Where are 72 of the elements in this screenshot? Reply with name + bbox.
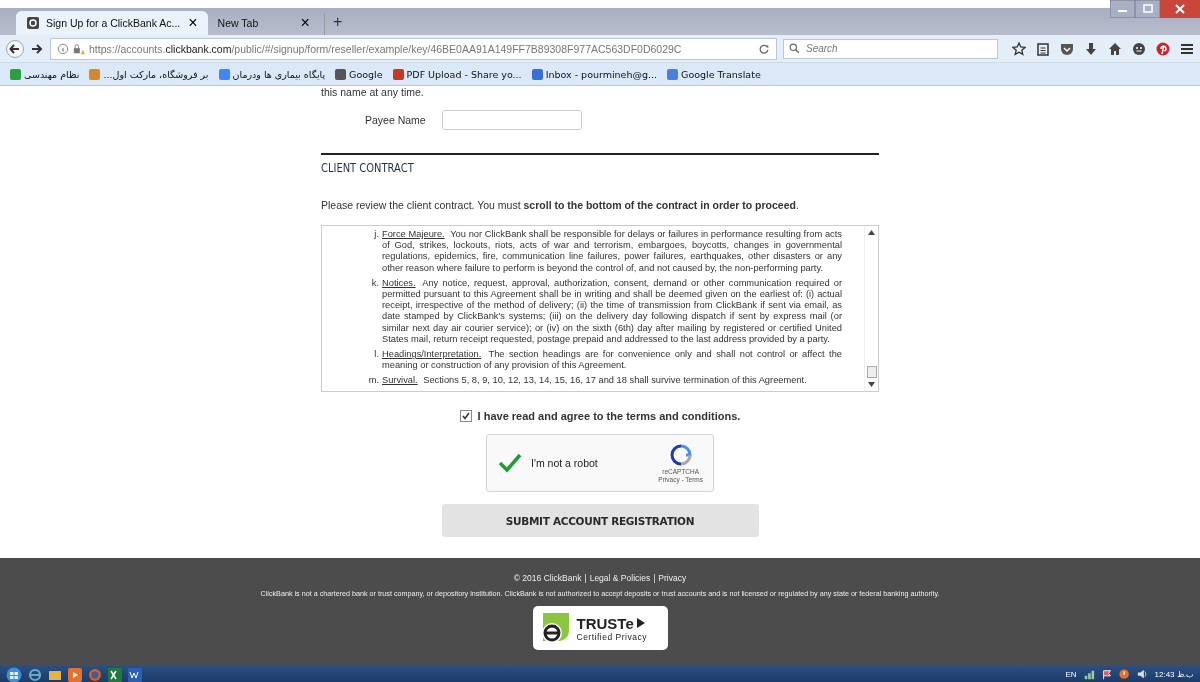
clause-letter: m. [367, 375, 379, 387]
bookmark-item[interactable]: Inbox - pourmineh@g... [531, 68, 658, 80]
info-icon [57, 42, 69, 55]
clipboard-icon [1036, 41, 1050, 56]
speaker-icon [1136, 668, 1149, 681]
close-tab-button[interactable]: × [188, 14, 198, 32]
chat-icon [1132, 41, 1146, 56]
close-tab-button[interactable]: × [300, 14, 310, 32]
forward-arrow-icon [30, 41, 44, 56]
bookmark-item[interactable]: بر فروشگاه، مارکت اول... [89, 68, 209, 80]
language-indicator[interactable]: EN [1065, 670, 1077, 679]
recaptcha-logo-icon [668, 443, 693, 467]
payee-input[interactable] [441, 110, 582, 130]
network-icon [1082, 668, 1095, 681]
media-player-icon [68, 667, 82, 682]
instruction-text: Please review the client contract. You must scroll to the bottom of the contract in order to proceed. [321, 199, 800, 211]
restore-icon[interactable] [1135, 0, 1160, 18]
intro-text: this name at any time. [321, 86, 425, 98]
clause-text: Notices. Any notice, request, approval, authorization, consent, demand or other communication required or permitted pursuant to this Agreement shall be in writing and shall be deemed given on the earliest of: (i) actual receipt, irrespective of the method of delivery; (ii) the time of transmission from ClickBank if sent via email, as date stamped by ClickBank's systems; (iii) on the delivery day following dispatch if sent by express mail (or similar next day air courier service); or (iv) on the sixth (6th) day after mailing by registered or certified United States mail, return receipt requested, postage prepaid and addressed to the last address provided by a party. [382, 277, 842, 346]
warning-icon [1118, 668, 1131, 681]
clause-text: Force Majeure. You nor ClickBank shall be responsible for delays or failures in performance resulting from acts of God, strikes, lockouts, riots, acts of war and terrorism, embargoes, boycotts, changes in governmental regulations, epidemics, fire, communication line failures, power failures, earthquakes, other disasters or any other reason where failure to perform is beyond the control of, and not caused by, the non-performing party. [382, 229, 842, 274]
star-icon [1012, 41, 1026, 56]
clause-letter: l. [373, 349, 379, 362]
link-separator: | [653, 573, 656, 583]
browser-tab[interactable]: New Tab [207, 11, 299, 35]
bookmark-item[interactable]: پایگاه بیماری ها ودرمان [218, 68, 326, 80]
scroll-down-icon[interactable] [868, 382, 875, 387]
spreadsheet-icon [108, 667, 122, 682]
start-orb-icon [6, 666, 22, 682]
play-icon [636, 618, 645, 628]
home-icon [1108, 41, 1122, 56]
pin-logo-icon [1156, 41, 1170, 56]
footer-link[interactable]: Legal & Policies [589, 573, 651, 583]
pocket-icon [1060, 41, 1074, 56]
privacy-badge[interactable]: TRUSTe Certified Privacy [532, 606, 668, 650]
page-icon [26, 16, 40, 30]
bookmark-item[interactable]: نظام مهندسی [10, 68, 80, 80]
address-bar[interactable]: https://accounts.clickbank.com/public/#/signup/form/reseller/example/key/46BE0AA91A149FF7B89308F977AC563DF0D6029C [50, 37, 777, 60]
copyright-text: © 2016 ClickBank [513, 573, 582, 583]
submit-button[interactable]: SUBMIT ACCOUNT REGISTRATION [441, 504, 759, 537]
clause-text: Headings/Interpretation. The section headings are for convenience only and shall not control or affect the meaning or construction of any provision of this Agreement. [382, 349, 842, 372]
payee-label: Payee Name [365, 114, 426, 126]
flag-icon [1100, 668, 1113, 681]
document-icon [128, 667, 142, 682]
menu-icon [1180, 41, 1194, 56]
footer-link[interactable]: Privacy [658, 573, 687, 583]
close-icon[interactable] [1160, 0, 1200, 18]
lock-warning-icon [73, 42, 85, 55]
bookmark-item[interactable]: Google Translate [667, 68, 761, 80]
badge-title: TRUSTe [576, 614, 647, 632]
bookmark-item[interactable]: PDF Upload - Share yo... [392, 68, 522, 80]
firefox-icon [88, 667, 102, 682]
reload-icon [758, 42, 770, 55]
scroll-up-icon[interactable] [868, 230, 875, 235]
clause-letter: j. [373, 229, 379, 241]
scrollbar[interactable] [864, 226, 878, 391]
download-icon [1084, 41, 1098, 56]
link-separator: | [584, 573, 587, 583]
badge-tagline: Certified Privacy [576, 631, 647, 642]
browser-icon [28, 667, 42, 682]
captcha-label: I'm not a robot [531, 457, 599, 469]
bookmark-item[interactable]: Google [335, 68, 383, 80]
clause-letter: k. [370, 277, 379, 290]
scroll-thumb[interactable] [866, 366, 877, 378]
search-field[interactable]: Search [783, 38, 998, 59]
agree-checkbox[interactable] [459, 410, 472, 422]
agree-label: I have read and agree to the terms and conditions. [477, 410, 741, 422]
minimize-icon[interactable] [1110, 0, 1135, 18]
clock-text[interactable]: 12:43 ب.ظ [1154, 670, 1194, 679]
section-heading: CLIENT CONTRACT [321, 160, 414, 175]
clause-text: Survival. Sections 5, 8, 9, 10, 12, 13, 14, 15, 16, 17 and 18 shall survive termination of this Agreement. [382, 375, 807, 387]
search-icon [789, 42, 800, 54]
